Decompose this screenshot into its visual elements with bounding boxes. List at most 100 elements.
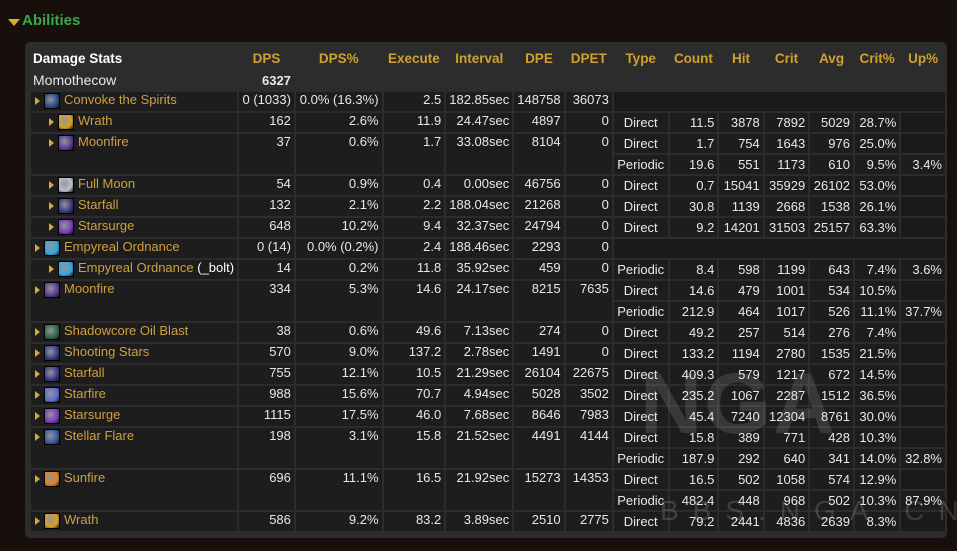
ability-name-cell[interactable]: Sunfire — [31, 470, 238, 510]
header-hit[interactable]: Hit — [719, 48, 762, 68]
ability-name-cell[interactable]: Starfire — [31, 386, 238, 405]
type-cell: Direct — [613, 197, 668, 216]
ability-name-cell[interactable]: Convoke the Spirits — [31, 92, 238, 111]
header-up-pct[interactable]: Up% — [901, 48, 945, 68]
expand-arrow-icon[interactable] — [35, 411, 40, 420]
ability-name[interactable]: Starfall — [78, 197, 118, 212]
expand-arrow-icon[interactable] — [35, 390, 40, 399]
expand-arrow-icon[interactable] — [35, 516, 40, 525]
header-crit-pct[interactable]: Crit% — [855, 48, 899, 68]
ability-name-cell[interactable]: Wrath — [31, 113, 238, 132]
result-empty-cell — [613, 92, 945, 111]
dps-cell: 14 — [239, 260, 294, 279]
expand-arrow-icon[interactable] — [35, 369, 40, 378]
ability-name[interactable]: Stellar Flare — [64, 428, 134, 443]
ability-row: Convoke the Spirits 0 (1033) 0.0% (16.3%) 2… — [31, 92, 945, 111]
count-cell: 49.2 — [669, 323, 718, 342]
header-dpet[interactable]: DPET — [566, 48, 612, 68]
crit-cell: 35929 — [764, 176, 809, 195]
ability-name[interactable]: Convoke the Spirits — [64, 92, 177, 107]
expand-arrow-icon[interactable] — [35, 96, 40, 105]
dps-cell: 0 (14) — [239, 239, 294, 258]
expand-arrow-icon[interactable] — [49, 201, 54, 210]
execute-cell: 2.4 — [383, 239, 445, 258]
ability-name[interactable]: Empyreal Ordnance — [78, 260, 194, 275]
crit-pct-cell: 7.4% — [854, 323, 900, 342]
ability-name[interactable]: Shooting Stars — [64, 344, 149, 359]
header-dpe[interactable]: DPE — [514, 48, 563, 68]
ability-row: Full Moon 54 0.9% 0.4 0.00sec 46756 0 Direct 0.7… — [31, 176, 945, 195]
header-type[interactable]: Type — [614, 48, 668, 68]
expand-arrow-icon[interactable] — [49, 138, 54, 147]
ability-row: Starsurge 648 10.2% 9.4 32.37sec 24794 0 Direct… — [31, 218, 945, 237]
header-avg[interactable]: Avg — [810, 48, 853, 68]
ability-name[interactable]: Wrath — [64, 512, 98, 527]
count-cell: 1.7 — [669, 134, 718, 153]
ability-name-cell[interactable]: Empyreal Ordnance (_bolt) — [31, 260, 238, 279]
ability-name-cell[interactable]: Full Moon — [31, 176, 238, 195]
ability-name[interactable]: Full Moon — [78, 176, 135, 191]
count-cell: 79.2 — [669, 512, 718, 531]
ability-name[interactable]: Empyreal Ordnance — [64, 239, 180, 254]
expand-arrow-icon[interactable] — [35, 474, 40, 483]
expand-arrow-icon[interactable] — [35, 348, 40, 357]
ability-name-cell[interactable]: Stellar Flare — [31, 428, 238, 468]
crit-pct-cell: 10.3% — [854, 491, 900, 510]
expand-arrow-icon[interactable] — [35, 243, 40, 252]
interval-cell: 182.85sec — [446, 92, 513, 111]
ability-row: Wrath 162 2.6% 11.9 24.47sec 4897 0 Direct 11.5 3… — [31, 113, 945, 132]
up-pct-cell: 3.6% — [901, 260, 945, 279]
ability-name-cell[interactable]: Starfall — [31, 365, 238, 384]
ability-name[interactable]: Starsurge — [64, 407, 120, 422]
dps-cell: 38 — [239, 323, 294, 342]
expand-arrow-icon[interactable] — [35, 432, 40, 441]
type-cell: Direct — [613, 365, 668, 384]
count-cell: 0.7 — [669, 176, 718, 195]
ability-name[interactable]: Starfall — [64, 365, 104, 380]
crit-pct-cell: 36.5% — [854, 386, 900, 405]
ability-name-cell[interactable]: Shooting Stars — [31, 344, 238, 363]
count-cell: 30.8 — [669, 197, 718, 216]
hit-cell: 7240 — [719, 407, 763, 426]
ability-name-cell[interactable]: Moonfire — [31, 134, 238, 174]
ability-name[interactable]: Moonfire — [64, 281, 115, 296]
ability-name[interactable]: Starfire — [64, 386, 106, 401]
header-dps[interactable]: DPS — [239, 48, 294, 68]
up-pct-cell — [901, 281, 945, 300]
ability-name-cell[interactable]: Starfall — [31, 197, 238, 216]
ability-name[interactable]: Starsurge — [78, 218, 134, 233]
ability-name-cell[interactable]: Empyreal Ordnance — [31, 239, 238, 258]
expand-arrow-icon[interactable] — [35, 285, 40, 294]
expand-arrow-icon[interactable] — [49, 180, 54, 189]
ability-name[interactable]: Moonfire — [78, 134, 129, 149]
crit-pct-cell: 63.3% — [854, 218, 900, 237]
expand-arrow-icon[interactable] — [35, 327, 40, 336]
ability-name[interactable]: Sunfire — [64, 470, 105, 485]
header-dps-pct[interactable]: DPS% — [296, 48, 382, 68]
hit-cell: 1194 — [719, 344, 763, 363]
header-crit[interactable]: Crit — [765, 48, 808, 68]
up-pct-cell: 32.8% — [901, 449, 945, 468]
abilities-section-toggle[interactable]: Abilities — [8, 12, 80, 29]
header-interval[interactable]: Interval — [446, 48, 512, 68]
dps-cell: 334 — [239, 281, 294, 321]
expand-arrow-icon[interactable] — [49, 264, 54, 273]
ability-name[interactable]: Shadowcore Oil Blast — [64, 323, 188, 338]
ability-name[interactable]: Wrath — [78, 113, 112, 128]
crit-pct-cell: 25.0% — [854, 134, 900, 153]
ability-name-cell[interactable]: Wrath — [31, 512, 238, 531]
ability-name-cell[interactable]: Starsurge — [31, 218, 238, 237]
dps-cell: 1115 — [239, 407, 294, 426]
count-cell: 212.9 — [669, 302, 718, 321]
count-cell: 15.8 — [669, 428, 718, 447]
ability-name-cell[interactable]: Starsurge — [31, 407, 238, 426]
expand-arrow-icon[interactable] — [49, 222, 54, 231]
ability-name-cell[interactable]: Moonfire — [31, 281, 238, 321]
crit-pct-cell: 12.9% — [854, 470, 900, 489]
header-execute[interactable]: Execute — [384, 48, 445, 68]
header-count[interactable]: Count — [670, 48, 718, 68]
ability-row: Starfire 988 15.6% 70.7 4.94sec 5028 3502 Direc… — [31, 386, 945, 405]
ability-name-cell[interactable]: Shadowcore Oil Blast — [31, 323, 238, 342]
expand-arrow-icon[interactable] — [49, 117, 54, 126]
dpe-cell: 24794 — [514, 218, 564, 237]
